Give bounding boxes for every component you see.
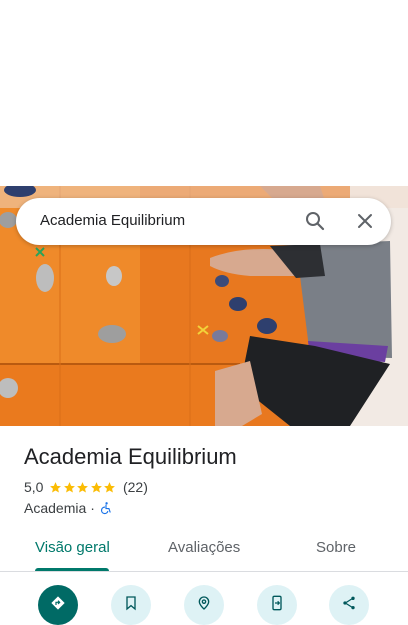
- save-button[interactable]: [111, 585, 151, 625]
- place-category: Academia: [24, 500, 87, 516]
- place-title: Academia Equilibrium: [24, 444, 237, 469]
- tab-overview[interactable]: Visão geral: [35, 539, 110, 556]
- star-icon: [91, 481, 102, 492]
- search-input[interactable]: Academia Equilibrium: [40, 212, 185, 229]
- share-button[interactable]: [329, 585, 369, 625]
- nearby-icon: [198, 596, 210, 610]
- directions-button[interactable]: [38, 585, 78, 625]
- directions-icon: [51, 596, 65, 610]
- nearby-button[interactable]: [184, 585, 224, 625]
- active-tab-indicator: [35, 568, 109, 571]
- close-icon[interactable]: [353, 209, 377, 233]
- share-icon: [343, 596, 355, 610]
- tab-reviews[interactable]: Avaliações: [168, 539, 240, 556]
- tab-about[interactable]: Sobre: [316, 539, 356, 556]
- bookmark-icon: [126, 596, 136, 611]
- rating-row[interactable]: 5,0 (22): [24, 479, 148, 495]
- place-tabs: Visão geral Avaliações Sobre: [0, 528, 408, 572]
- separator-dot: ·: [90, 500, 95, 516]
- rating-value: 5,0: [24, 479, 44, 495]
- star-icon: [104, 481, 116, 492]
- review-count[interactable]: (22): [123, 479, 148, 495]
- category-row: Academia ·: [24, 500, 113, 516]
- send-to-phone-button[interactable]: [257, 585, 297, 625]
- send-to-phone-icon: [272, 595, 282, 611]
- wheelchair-accessible-icon[interactable]: [99, 501, 113, 515]
- search-bar[interactable]: Academia Equilibrium: [16, 198, 391, 245]
- star-icon: [50, 481, 62, 492]
- search-icon[interactable]: [303, 209, 327, 233]
- star-icon: [64, 481, 75, 492]
- star-rating: [49, 481, 117, 494]
- star-icon: [77, 481, 89, 492]
